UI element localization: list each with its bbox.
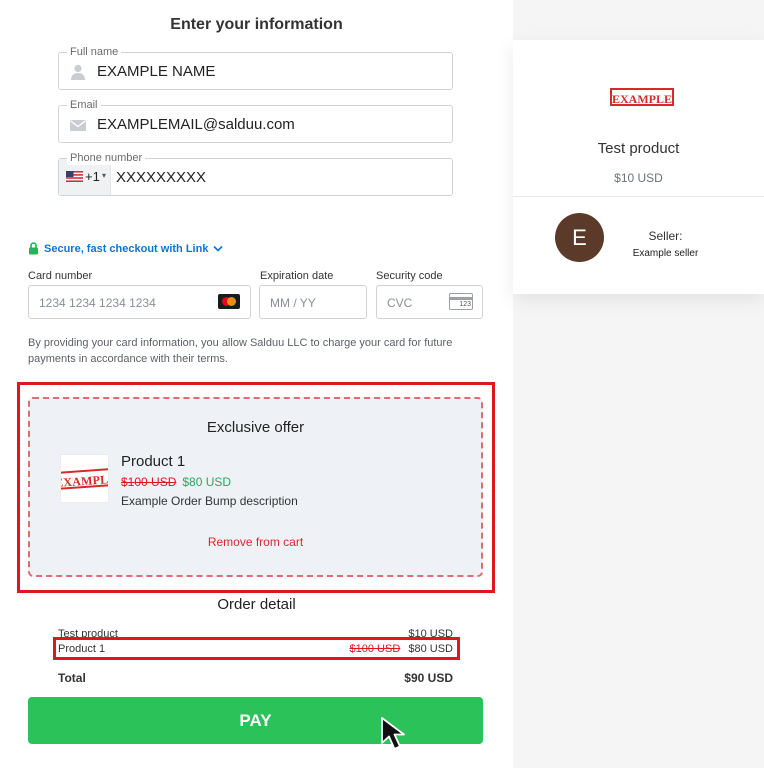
- offer-product-name: Product 1: [121, 453, 186, 470]
- full-name-label: Full name: [67, 45, 122, 59]
- mastercard-icon: [218, 294, 240, 309]
- email-label: Email: [67, 98, 101, 112]
- total-value: $90 USD: [404, 671, 453, 685]
- email-value: EXAMPLEMAIL@salduu.com: [97, 116, 295, 133]
- card-number-placeholder: 1234 1234 1234 1234: [39, 296, 156, 310]
- expiry-placeholder: MM / YY: [270, 296, 316, 310]
- offer-product-image: EXAMPLE: [60, 454, 109, 503]
- line-item-price: $80 USD: [408, 643, 453, 655]
- divider: [513, 196, 764, 197]
- exclusive-offer-box: Exclusive offer EXAMPLE Product 1 $100 U…: [28, 397, 483, 577]
- person-icon: [71, 64, 85, 80]
- seller-name: Example seller: [632, 248, 699, 259]
- mouse-cursor-icon: [381, 717, 405, 750]
- line-item-prices: $100 USD $80 USD: [350, 643, 453, 655]
- lock-icon: [29, 242, 38, 255]
- offer-description: Example Order Bump description: [121, 494, 298, 508]
- consent-text: By providing your card information, you …: [28, 337, 453, 365]
- offer-new-price: $80 USD: [182, 475, 232, 489]
- summary-product-name: Test product: [597, 140, 680, 157]
- card-number-input[interactable]: 1234 1234 1234 1234: [28, 285, 251, 319]
- offer-title: Exclusive offer: [206, 419, 305, 436]
- offer-old-price: $100 USD: [121, 475, 177, 489]
- seller-avatar: E: [555, 213, 604, 262]
- product-summary-card: EXAMPLE Test product $10 USD E Seller: E…: [513, 40, 764, 294]
- pay-button-label: PAY: [239, 711, 272, 730]
- us-flag-icon: [66, 171, 83, 182]
- summary-product-price: $10 USD: [614, 171, 663, 185]
- cvc-icon-text: 123: [459, 301, 471, 308]
- line-item-name: Product 1: [58, 643, 106, 655]
- full-name-value: EXAMPLE NAME: [97, 63, 216, 80]
- cvc-input[interactable]: CVC 123: [376, 285, 483, 319]
- phone-field[interactable]: Phone number +1 ▾ XXXXXXXXX: [58, 151, 453, 196]
- chevron-down-icon: ▾: [102, 171, 107, 180]
- cvc-label: Security code: [376, 270, 443, 282]
- cvc-card-icon: 123: [449, 293, 473, 310]
- link-checkout[interactable]: Secure, fast checkout with Link: [28, 242, 224, 255]
- cvc-placeholder: CVC: [387, 296, 413, 310]
- expiry-label: Expiration date: [260, 270, 334, 282]
- order-detail-title: Order detail: [217, 596, 296, 613]
- order-total-row: Total $90 USD: [58, 671, 453, 685]
- remove-from-cart-link[interactable]: Remove from cart: [30, 535, 481, 549]
- total-label: Total: [58, 671, 86, 685]
- mail-icon: [70, 120, 86, 131]
- card-number-label: Card number: [28, 270, 93, 282]
- pay-button[interactable]: PAY: [28, 697, 483, 744]
- product-logo: EXAMPLE: [610, 88, 674, 106]
- offer-price-row: $100 USD $80 USD: [121, 475, 231, 489]
- phone-value: XXXXXXXXX: [116, 169, 207, 186]
- remove-from-cart-label: Remove from cart: [207, 535, 304, 549]
- product-logo-text: EXAMPLE: [612, 92, 672, 106]
- checkout-panel: Enter your information Full name EXAMPLE…: [0, 0, 513, 768]
- expiry-input[interactable]: MM / YY: [259, 285, 367, 319]
- full-name-field[interactable]: Full name EXAMPLE NAME: [58, 45, 453, 90]
- form-heading: Enter your information: [170, 16, 343, 33]
- order-line-product-1: Product 1 $100 USD $80 USD: [58, 643, 453, 655]
- email-field[interactable]: Email EXAMPLEMAIL@salduu.com: [58, 98, 453, 143]
- phone-label: Phone number: [67, 151, 146, 165]
- offer-image-text: EXAMPLE: [60, 471, 109, 491]
- chevron-down-icon: [213, 245, 224, 252]
- seller-label: Seller:: [648, 229, 683, 243]
- country-code: +1: [85, 169, 100, 184]
- line-item-old-price: $100 USD: [349, 643, 401, 655]
- link-checkout-label: Secure, fast checkout with Link: [44, 242, 209, 255]
